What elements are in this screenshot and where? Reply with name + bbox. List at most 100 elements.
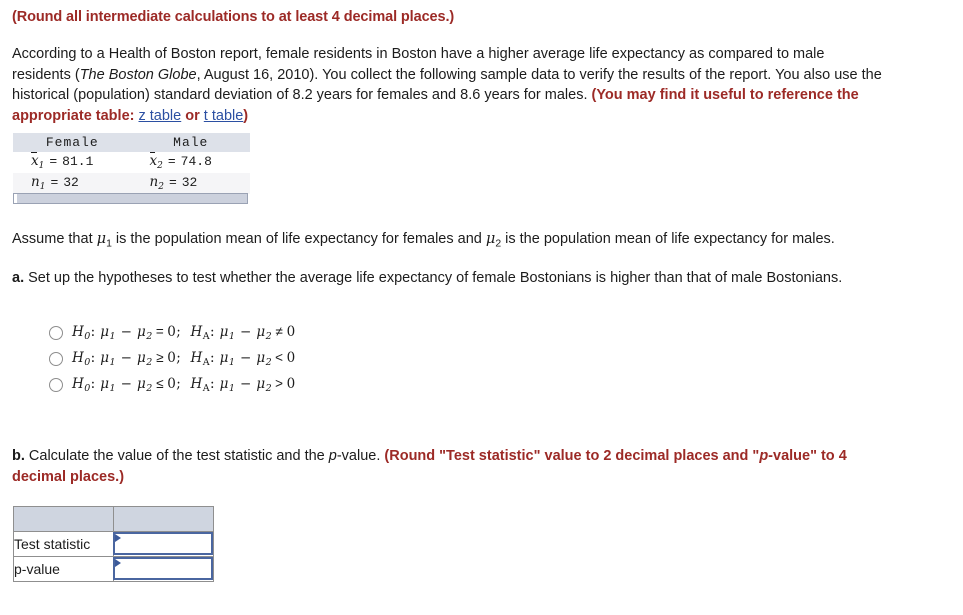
opt1-null-op: = bbox=[155, 325, 165, 341]
problem-line-2-end: , August 16, 2010). You collect the foll… bbox=[196, 66, 882, 83]
male-n-value: 32 bbox=[181, 175, 198, 191]
sample-data-table: Female Male x1=81.1 x2=74.8 n1=32 bbox=[13, 133, 250, 194]
opt2-alt-label: H bbox=[190, 349, 203, 366]
opt3-mu-b: μ bbox=[137, 375, 147, 392]
n-2-index: 2 bbox=[158, 182, 164, 193]
cell-female-mean: x1 = 81.1 bbox=[13, 152, 132, 173]
opt2-mu-b: μ bbox=[137, 349, 147, 366]
opt1-alt-op: ≠ bbox=[275, 325, 284, 341]
n-1-symbol: n bbox=[31, 174, 40, 191]
opt2-minus-2: − bbox=[239, 349, 252, 366]
opt2-alt-op: < bbox=[275, 351, 284, 367]
opt2-null-sub: 0 bbox=[84, 357, 91, 369]
reference-note-line1: (You may find it useful to reference the bbox=[591, 87, 859, 103]
assume-part-1: Assume that bbox=[12, 231, 97, 247]
part-b-text-a: Calculate the value of the test statisti… bbox=[24, 448, 329, 464]
opt2-alt-value: 0 bbox=[286, 349, 296, 366]
hypothesis-option-2[interactable]: H0: μ1 − μ2 ≥0; HA: μ1 − μ2 <0 bbox=[49, 346, 296, 372]
opt2-null-value: 0 bbox=[167, 349, 177, 366]
opt1-alt-label: H bbox=[190, 323, 203, 340]
xbar-1-index: 1 bbox=[38, 161, 45, 172]
male-n-operator: = bbox=[168, 175, 177, 191]
test-statistic-input[interactable] bbox=[113, 532, 213, 555]
opt3-alt-label: H bbox=[190, 375, 203, 392]
opt2-minus: − bbox=[120, 349, 133, 366]
z-table-link[interactable]: z table bbox=[139, 108, 182, 124]
male-mean-value: 74.8 bbox=[180, 154, 212, 170]
part-b-round-note-b: -value" to 4 bbox=[768, 448, 847, 464]
answer-header-left bbox=[13, 506, 114, 532]
table-row: n1 = 32 n2 = 32 bbox=[13, 173, 250, 194]
assume-part-2: is the population mean of life expectanc… bbox=[111, 231, 486, 247]
reference-note-line2: appropriate table: bbox=[12, 107, 135, 124]
part-b-round-note-p: p bbox=[759, 448, 769, 464]
p-value-label: p-value bbox=[13, 556, 114, 582]
opt1-null-sub: 0 bbox=[84, 331, 91, 343]
hypothesis-options-group: H0: μ1 − μ2 = 0; HA: μ1 − μ2 ≠ 0 H0: μ1 − μ2… bbox=[49, 320, 296, 398]
hypothesis-option-1[interactable]: H0: μ1 − μ2 = 0; HA: μ1 − μ2 ≠ 0 bbox=[49, 320, 296, 346]
opt1-alt-sub: A bbox=[202, 331, 210, 343]
hypothesis-option-1-label: H0: μ1 − μ2 = 0; HA: μ1 − μ2 ≠ 0 bbox=[72, 323, 296, 343]
answer-header-row bbox=[13, 506, 214, 532]
part-a-marker: a. bbox=[12, 270, 25, 286]
opt3-minus: − bbox=[120, 375, 133, 392]
opt3-null-value: 0 bbox=[167, 375, 177, 392]
column-header-female: Female bbox=[13, 133, 132, 152]
rounding-note: (Round all intermediate calculations to … bbox=[12, 9, 455, 25]
xbar-2-symbol: x bbox=[149, 152, 158, 170]
female-n-value: 32 bbox=[63, 175, 79, 191]
opt3-null-sub: 0 bbox=[84, 383, 91, 395]
part-b-p-italic: p bbox=[328, 448, 337, 464]
answer-table: Test statistic p-value bbox=[13, 506, 214, 582]
part-b-text-b: -value. bbox=[336, 448, 385, 464]
n-1-index: 1 bbox=[39, 182, 46, 193]
problem-line-2-start: residents ( bbox=[12, 66, 80, 83]
radio-button-icon[interactable] bbox=[49, 352, 63, 366]
hypothesis-option-3-label: H0: μ1 − μ2 ≤0; HA: μ1 − μ2 >0 bbox=[72, 375, 296, 395]
opt3-alt-sub: A bbox=[202, 383, 210, 395]
part-a-prompt: a. Set up the hypotheses to test whether… bbox=[12, 268, 952, 289]
xbar-2-index: 2 bbox=[157, 161, 163, 172]
xbar-1-symbol: x bbox=[31, 152, 39, 170]
hypothesis-option-3[interactable]: H0: μ1 − μ2 ≤0; HA: μ1 − μ2 >0 bbox=[49, 372, 296, 398]
radio-button-icon[interactable] bbox=[49, 326, 63, 340]
table-horizontal-scrollbar[interactable] bbox=[13, 193, 248, 204]
opt1-mu-b: μ bbox=[137, 323, 147, 340]
opt1-null-label: H bbox=[72, 323, 85, 340]
n-2-symbol: n bbox=[149, 174, 159, 191]
question-page: (Round all intermediate calculations to … bbox=[0, 0, 963, 615]
radio-button-icon[interactable] bbox=[49, 378, 63, 392]
female-n-operator: = bbox=[50, 175, 59, 191]
part-b-round-note-line2: decimal places.) bbox=[12, 468, 125, 485]
opt2-mu-c: μ bbox=[219, 349, 229, 366]
opt1-mu-d: μ bbox=[256, 323, 266, 340]
opt3-null-op: ≤ bbox=[155, 377, 165, 393]
opt3-mu-c: μ bbox=[219, 375, 229, 392]
mu-1-symbol: μ bbox=[96, 231, 107, 247]
opt2-null-op: ≥ bbox=[155, 351, 165, 367]
opt3-mu-d: μ bbox=[256, 375, 266, 392]
cell-female-n: n1 = 32 bbox=[13, 173, 132, 194]
p-value-cell[interactable] bbox=[113, 556, 214, 582]
test-statistic-label: Test statistic bbox=[13, 531, 114, 557]
opt1-minus: − bbox=[120, 323, 133, 340]
table-row: Test statistic bbox=[13, 531, 214, 557]
mu-2-symbol: μ bbox=[485, 231, 496, 247]
problem-line-3-start: historical (population) standard deviati… bbox=[12, 87, 592, 103]
table-row: p-value bbox=[13, 556, 214, 582]
male-mean-operator: = bbox=[167, 154, 176, 170]
source-name: The Boston Globe bbox=[79, 66, 197, 83]
answer-header-right bbox=[113, 506, 214, 532]
t-table-link[interactable]: t table bbox=[204, 108, 244, 124]
opt3-alt-op: > bbox=[275, 377, 284, 393]
table-header-row: Female Male bbox=[13, 133, 250, 152]
hypothesis-option-2-label: H0: μ1 − μ2 ≥0; HA: μ1 − μ2 <0 bbox=[72, 349, 296, 369]
part-b-round-note-a: (Round "Test statistic" value to 2 decim… bbox=[384, 448, 760, 464]
opt2-mu-d: μ bbox=[256, 349, 266, 366]
problem-statement: According to a Health of Boston report, … bbox=[12, 44, 952, 126]
female-mean-value: 81.1 bbox=[62, 154, 94, 170]
test-statistic-cell[interactable] bbox=[113, 531, 214, 557]
p-value-input[interactable] bbox=[113, 557, 213, 580]
part-b-prompt: b. Calculate the value of the test stati… bbox=[12, 446, 952, 487]
or-separator: or bbox=[185, 107, 200, 124]
